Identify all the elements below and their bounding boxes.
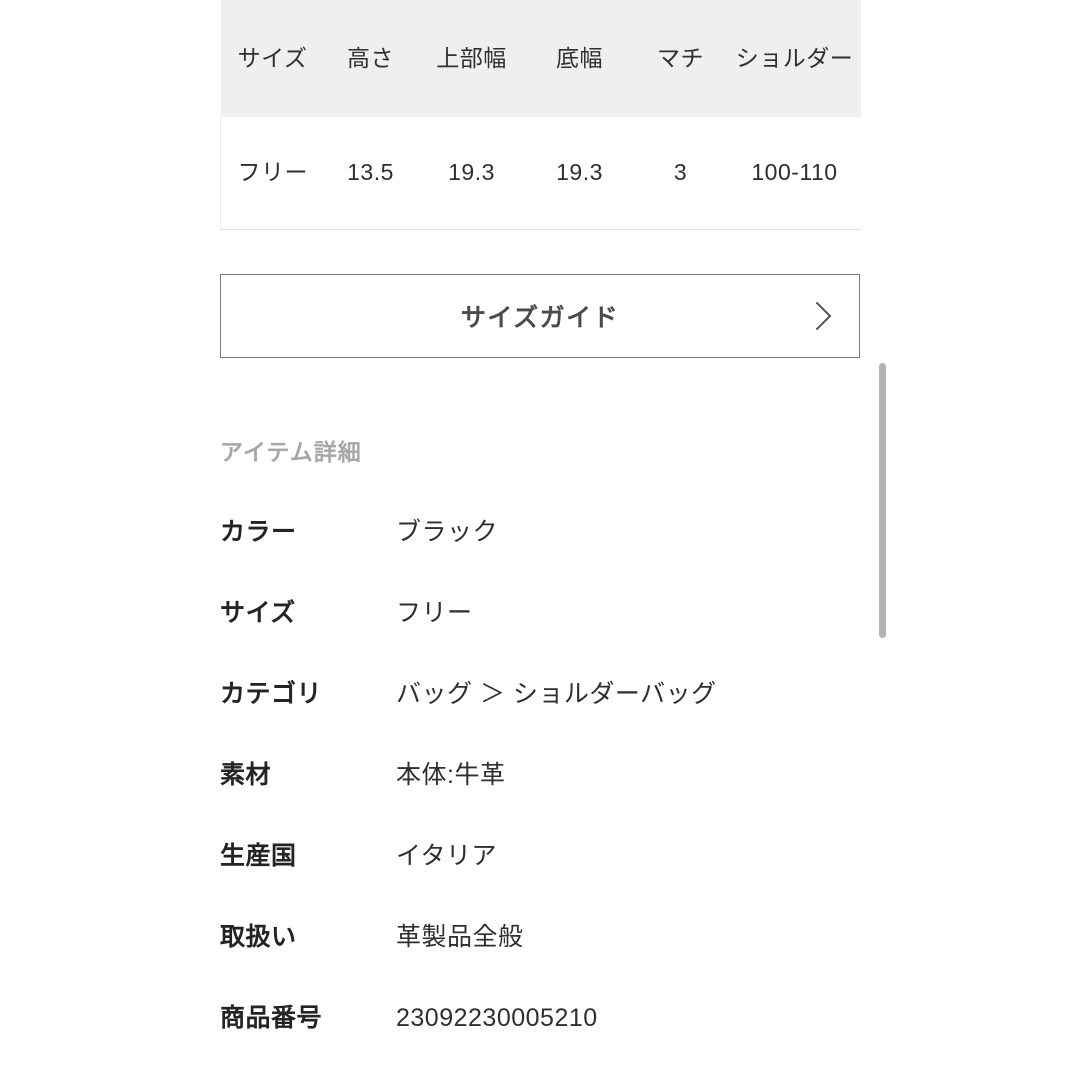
detail-row-care: 取扱い 革製品全般 [220,917,880,998]
column-header-bottom-width: 底幅 [526,0,633,117]
detail-row-material: 素材 本体:牛革 [220,755,880,836]
cell-bottom-width: 19.3 [526,117,633,230]
detail-row-category: カテゴリ バッグ ＞ ショルダーバッグ [220,674,880,755]
detail-value-country: イタリア [396,842,498,870]
detail-row-product-number: 商品番号 23092230005210 [220,998,880,1079]
detail-value-color: ブラック [396,518,499,546]
item-details-list: カラー ブラック サイズ フリー カテゴリ バッグ ＞ ショルダーバッグ 素材 … [220,512,880,1079]
column-header-size: サイズ [220,0,325,117]
column-header-top-width: 上部幅 [416,0,527,117]
item-details-heading: アイテム詳細 [220,439,362,465]
detail-label-product-number: 商品番号 [220,1004,323,1032]
product-detail-page: サイズ 高さ 上部幅 底幅 マチ ショルダー フリー 13.5 19.3 19.… [0,0,1080,1080]
detail-row-size: サイズ フリー [220,593,880,674]
table-header-row: サイズ 高さ 上部幅 底幅 マチ ショルダー [220,0,861,117]
size-table-body: フリー 13.5 19.3 19.3 3 100-110 [220,117,861,230]
page-scrollbar[interactable] [879,363,886,638]
detail-value-care: 革製品全般 [396,923,524,951]
detail-label-category: カテゴリ [220,680,323,708]
detail-label-color: カラー [220,518,297,546]
column-header-gusset: マチ [632,0,729,117]
detail-value-material: 本体:牛革 [396,761,506,789]
detail-value-size: フリー [396,599,473,627]
cell-top-width: 19.3 [416,117,527,230]
cell-height: 13.5 [324,117,417,230]
scrollbar-thumb[interactable] [879,363,886,638]
cell-shoulder: 100-110 [728,117,861,230]
size-guide-button[interactable]: サイズガイド [220,274,860,358]
table-row: フリー 13.5 19.3 19.3 3 100-110 [220,117,861,230]
detail-label-size: サイズ [220,599,296,627]
size-spec-table-container: サイズ 高さ 上部幅 底幅 マチ ショルダー フリー 13.5 19.3 19.… [220,0,861,230]
cell-size: フリー [220,117,325,230]
detail-row-country: 生産国 イタリア [220,836,880,917]
detail-value-product-number: 23092230005210 [396,1004,598,1032]
detail-label-care: 取扱い [220,923,297,951]
size-spec-table: サイズ 高さ 上部幅 底幅 マチ ショルダー フリー 13.5 19.3 19.… [220,0,861,230]
detail-label-material: 素材 [220,761,272,789]
column-header-shoulder: ショルダー [728,0,861,117]
chevron-right-icon [815,301,833,331]
column-header-height: 高さ [324,0,417,117]
detail-row-color: カラー ブラック [220,512,880,593]
size-guide-button-label: サイズガイド [460,304,620,332]
detail-value-category[interactable]: バッグ ＞ ショルダーバッグ [396,674,717,710]
size-table-header: サイズ 高さ 上部幅 底幅 マチ ショルダー [220,0,861,117]
detail-label-country: 生産国 [220,842,297,870]
cell-gusset: 3 [632,117,729,230]
